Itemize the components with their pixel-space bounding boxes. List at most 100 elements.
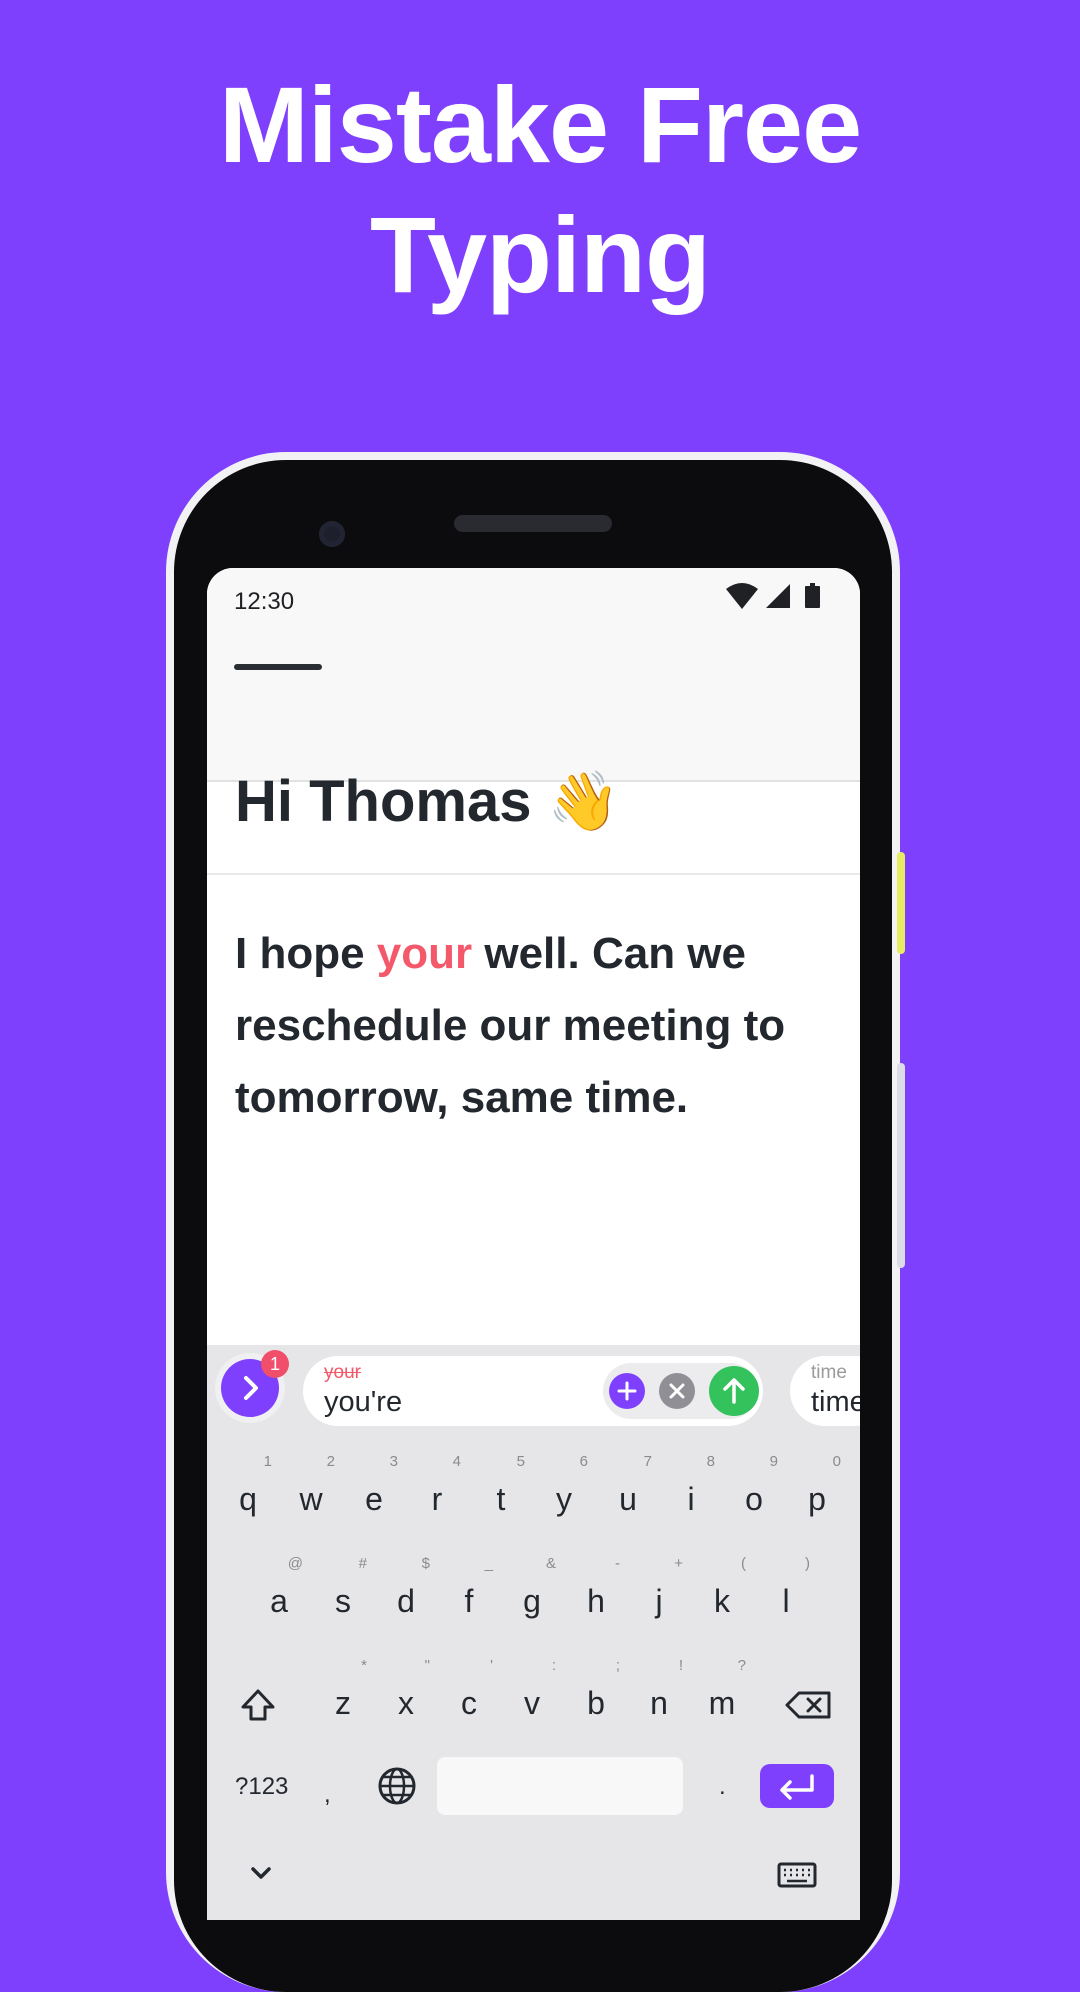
key-hint: ( <box>741 1555 746 1572</box>
period-key[interactable]: . <box>719 1773 726 1801</box>
shift-icon <box>241 1689 275 1721</box>
enter-icon <box>780 1774 814 1800</box>
key-x[interactable]: " x <box>374 1657 438 1747</box>
key-hint: - <box>615 1555 620 1572</box>
key-a[interactable]: @ a <box>247 1555 311 1645</box>
key-y[interactable]: 6y <box>532 1453 596 1543</box>
next-suggestion-original: time <box>811 1362 847 1383</box>
language-key[interactable] <box>365 1741 429 1831</box>
key-label: e <box>365 1481 383 1517</box>
key-q[interactable]: 1q <box>216 1453 280 1543</box>
key-w[interactable]: 2w <box>279 1453 343 1543</box>
shift-key[interactable] <box>226 1657 290 1747</box>
key-label: i <box>687 1481 695 1517</box>
key-label: n <box>650 1685 668 1721</box>
keyboard: 1 your you're time time 1 q 2 w 3 e 4 r … <box>207 1345 860 1920</box>
key-p[interactable]: 0p <box>785 1453 849 1543</box>
key-hint: ; <box>615 1657 620 1674</box>
suggestion-count-badge: 1 <box>261 1350 289 1378</box>
plus-icon <box>617 1381 637 1401</box>
key-hint: ! <box>678 1657 683 1674</box>
wifi-icon <box>726 583 758 609</box>
front-camera <box>319 521 345 547</box>
email-greeting[interactable]: Hi Thomas 👋 <box>235 768 620 836</box>
backspace-key[interactable] <box>777 1657 841 1747</box>
key-hint: 2 <box>326 1453 335 1470</box>
key-label: d <box>397 1583 415 1619</box>
key-v[interactable]: :v <box>500 1657 564 1747</box>
greeting-text: Hi Thomas <box>235 769 532 834</box>
space-key[interactable] <box>437 1757 683 1815</box>
key-g[interactable]: & g <box>500 1555 564 1645</box>
menu-handle[interactable] <box>234 664 322 670</box>
battery-icon <box>805 583 820 608</box>
suggestion-bar: 1 your you're time time <box>207 1345 860 1435</box>
key-label: l <box>782 1583 790 1619</box>
key-c[interactable]: ' c <box>437 1657 501 1747</box>
key-z[interactable]: * z <box>311 1657 375 1747</box>
waving-hand-emoji: 👋 <box>547 769 620 834</box>
key-hint: * <box>361 1657 367 1674</box>
add-to-dictionary-button[interactable] <box>609 1373 645 1409</box>
headline-line-2: Typing <box>370 194 711 315</box>
key-label: u <box>619 1481 637 1517</box>
status-bar: 12:30 <box>207 568 860 630</box>
key-hint: 1 <box>263 1453 272 1470</box>
key-label: a <box>270 1583 288 1619</box>
next-suggestion-card[interactable]: time time <box>790 1356 860 1426</box>
key-label: h <box>587 1583 605 1619</box>
suggestion-card[interactable]: your you're <box>303 1356 763 1426</box>
key-label: c <box>461 1685 477 1721</box>
key-label: z <box>335 1685 351 1721</box>
key-f[interactable]: _ f <box>437 1555 501 1645</box>
key-label: x <box>398 1685 414 1721</box>
key-l[interactable]: ) l <box>754 1555 818 1645</box>
key-u[interactable]: 7u <box>596 1453 660 1543</box>
key-j[interactable]: + j <box>627 1555 691 1645</box>
key-hint: 0 <box>832 1453 841 1470</box>
enter-key[interactable] <box>760 1764 834 1808</box>
key-i[interactable]: 8i <box>659 1453 723 1543</box>
key-hint: 6 <box>579 1453 588 1470</box>
suggestion-replacement: you're <box>324 1386 403 1418</box>
accept-suggestion-button[interactable] <box>709 1366 759 1416</box>
key-k[interactable]: (k <box>690 1555 754 1645</box>
key-e[interactable]: 3e <box>342 1453 406 1543</box>
key-hint: 4 <box>452 1453 461 1470</box>
key-m[interactable]: ? m <box>690 1657 754 1747</box>
key-n[interactable]: ! n <box>627 1657 691 1747</box>
suggestion-original: your <box>324 1362 361 1383</box>
key-hint: + <box>674 1555 683 1572</box>
key-s[interactable]: # s <box>311 1555 375 1645</box>
error-word[interactable]: your <box>377 929 472 978</box>
hide-keyboard-button[interactable] <box>229 1828 293 1918</box>
dismiss-suggestion-button[interactable] <box>659 1373 695 1409</box>
next-suggestion-replacement: time <box>811 1386 860 1418</box>
key-hint: ' <box>490 1657 493 1674</box>
key-hint: " <box>424 1657 430 1674</box>
key-o[interactable]: 9o <box>722 1453 786 1543</box>
key-label: t <box>496 1481 506 1517</box>
comma-key[interactable]: , <box>324 1781 331 1809</box>
key-d[interactable]: $ d <box>374 1555 438 1645</box>
email-body[interactable]: I hope your well. Can we reschedule our … <box>235 918 845 1134</box>
key-label: y <box>556 1481 572 1517</box>
key-hint: 5 <box>516 1453 525 1470</box>
key-t[interactable]: 5t <box>469 1453 533 1543</box>
key-label: p <box>808 1481 826 1517</box>
switch-keyboard-button[interactable] <box>765 1828 829 1918</box>
key-h[interactable]: -h <box>564 1555 628 1645</box>
key-hint: 7 <box>643 1453 652 1470</box>
key-r[interactable]: 4r <box>405 1453 469 1543</box>
headline: Mistake Free Typing <box>0 60 1080 320</box>
arrow-up-icon <box>723 1378 745 1404</box>
key-hint: 9 <box>769 1453 778 1470</box>
key-label: g <box>523 1583 541 1619</box>
key-b[interactable]: ; b <box>564 1657 628 1747</box>
symbols-key[interactable]: ?123 <box>235 1773 288 1801</box>
key-hint: 8 <box>706 1453 715 1470</box>
key-label: b <box>587 1685 605 1721</box>
earpiece-speaker <box>454 515 612 532</box>
body-text-start: I hope <box>235 929 377 978</box>
key-label: j <box>655 1583 663 1619</box>
